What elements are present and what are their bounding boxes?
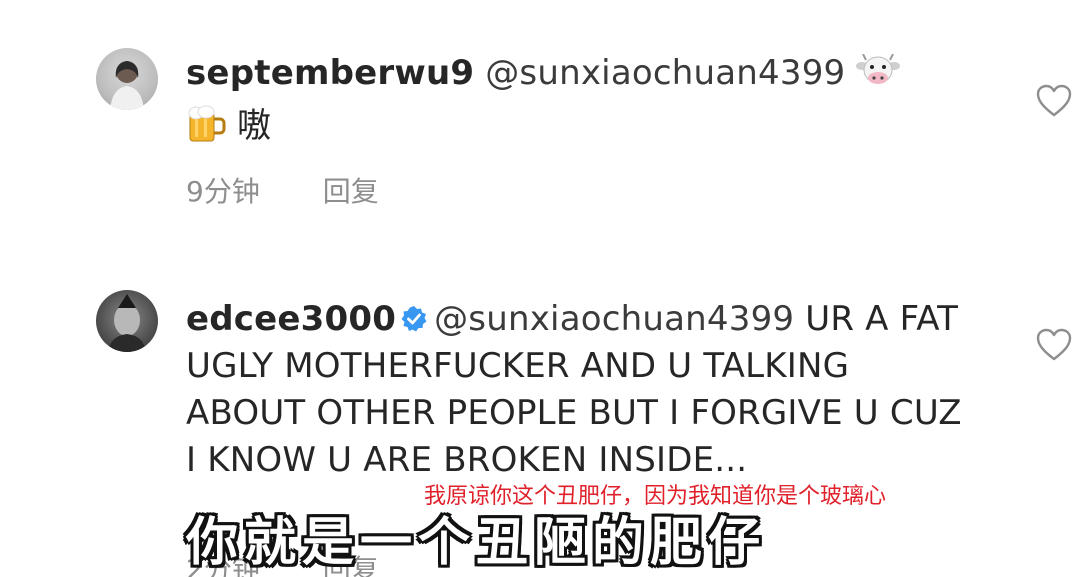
beer-mug-emoji xyxy=(186,105,226,156)
reply-button[interactable]: 回复 xyxy=(323,175,379,208)
comment-username[interactable]: edcee3000 xyxy=(186,299,396,339)
comment-username[interactable]: septemberwu9 xyxy=(186,53,474,93)
video-subtitle: 你就是一个丑陋的肥仔 xyxy=(186,513,767,573)
mention-link[interactable]: @sunxiaochuan4399 xyxy=(434,299,794,339)
heart-outline-icon[interactable] xyxy=(1036,328,1072,362)
cow-face-emoji xyxy=(856,53,901,103)
avatar[interactable] xyxy=(96,48,158,110)
heart-outline-icon[interactable] xyxy=(1036,84,1072,118)
verified-badge-icon xyxy=(400,299,428,332)
comment-second-line: 嗷 xyxy=(237,106,272,146)
comment-text: septemberwu9 @sunxiaochuan4399 嗷 xyxy=(186,50,976,156)
mention-link[interactable]: @sunxiaochuan4399 xyxy=(485,53,845,93)
comment-time: 9分钟 xyxy=(186,175,260,208)
comment-text: edcee3000 @sunxiaochuan4399 UR A FAT UGLY… xyxy=(186,296,976,484)
avatar[interactable] xyxy=(96,290,158,352)
comment-meta: 9分钟 回复 xyxy=(186,170,433,210)
